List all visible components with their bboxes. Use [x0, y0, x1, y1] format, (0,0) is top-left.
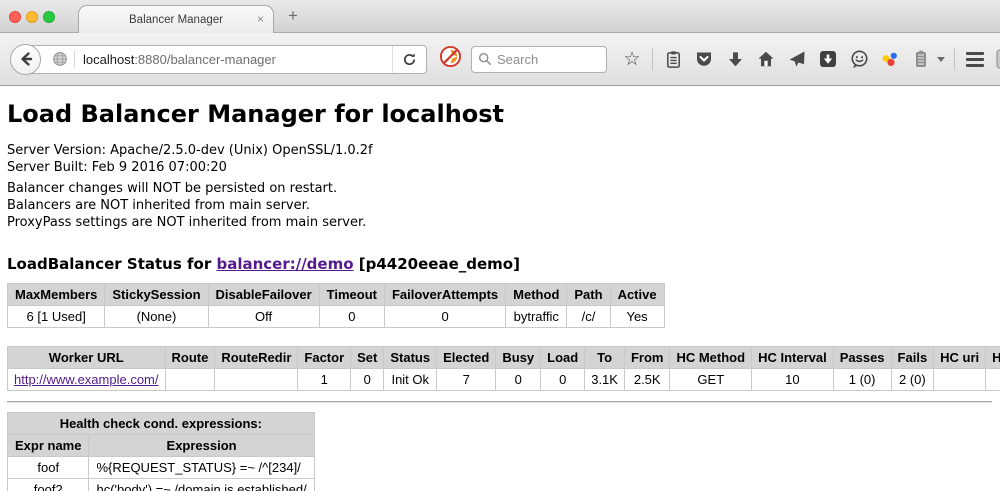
- balancer-settings-table: MaxMembers StickySession DisableFailover…: [7, 283, 665, 328]
- reading-list-button[interactable]: [662, 48, 684, 70]
- battery-addon-button[interactable]: [910, 48, 932, 70]
- loadbalancer-status-heading: LoadBalancer Status for balancer://demo …: [7, 255, 992, 273]
- battery-icon: [912, 49, 930, 69]
- flashblock-icon: [439, 45, 462, 68]
- url-domain: localhost: [83, 52, 134, 67]
- worker-table: Worker URL Route RouteRedir Factor Set S…: [7, 346, 1000, 391]
- smiley-balloon-icon: [849, 49, 870, 70]
- toolbar-separator: [652, 48, 653, 70]
- bookmark-star-button[interactable]: ☆: [621, 48, 643, 70]
- url-text[interactable]: localhost:8880/balancer-manager: [83, 52, 392, 67]
- tab-title: Balancer Manager: [129, 14, 223, 26]
- page-title: Load Balancer Manager for localhost: [7, 100, 992, 128]
- pocket-button[interactable]: [693, 48, 715, 70]
- page-content: Load Balancer Manager for localhost Serv…: [0, 86, 1000, 491]
- download-arrow-icon: [726, 50, 745, 69]
- notice-proxypass: ProxyPass settings are NOT inherited fro…: [7, 215, 992, 232]
- notice-inherit: Balancers are NOT inherited from main se…: [7, 198, 992, 215]
- toolbar-separator: [954, 48, 955, 70]
- url-path: :8880/balancer-manager: [134, 52, 276, 67]
- balancer-demo-link[interactable]: balancer://demo: [216, 255, 353, 273]
- browser-tab[interactable]: Balancer Manager ×: [78, 5, 274, 33]
- tab-close-icon[interactable]: ×: [257, 12, 264, 26]
- server-version: Server Version: Apache/2.5.0-dev (Unix) …: [7, 143, 992, 160]
- dropdown-caret-icon[interactable]: [937, 57, 945, 62]
- send-tab-button[interactable]: [786, 48, 808, 70]
- menu-button[interactable]: [964, 48, 986, 70]
- video-download-helper-button[interactable]: [817, 48, 839, 70]
- worker-row: http://www.example.com/ 1 0 Init Ok 7 0 …: [8, 369, 1000, 391]
- back-arrow-icon: [18, 51, 34, 67]
- site-identity-globe-icon[interactable]: [52, 51, 68, 67]
- paper-plane-icon: [787, 49, 807, 69]
- search-input[interactable]: [497, 52, 587, 67]
- tab-groups-button[interactable]: [995, 48, 1000, 70]
- health-check-table: Health check cond. expressions: Expr nam…: [7, 412, 315, 491]
- search-icon: [478, 52, 492, 66]
- home-icon: [756, 49, 776, 69]
- reload-icon: [402, 52, 417, 67]
- table-header-row: Expr name Expression: [8, 435, 315, 457]
- back-button[interactable]: [10, 44, 41, 75]
- table-row: foof %{REQUEST_STATUS} =~ /^[234]/: [8, 457, 315, 479]
- downloads-button[interactable]: [724, 48, 746, 70]
- server-info: Server Version: Apache/2.5.0-dev (Unix) …: [7, 143, 992, 231]
- hamburger-icon: [966, 52, 984, 55]
- reload-button[interactable]: [392, 46, 426, 73]
- zoom-window-button[interactable]: [43, 11, 55, 23]
- pocket-icon: [694, 49, 714, 69]
- dark-download-icon: [818, 49, 838, 69]
- home-button[interactable]: [755, 48, 777, 70]
- navigation-toolbar: localhost:8880/balancer-manager ☆: [0, 33, 1000, 86]
- table-row: foof2 hc('body') =~ /domain is establish…: [8, 479, 315, 491]
- notice-persist: Balancer changes will NOT be persisted o…: [7, 181, 992, 198]
- close-window-button[interactable]: [9, 11, 21, 23]
- url-bar[interactable]: localhost:8880/balancer-manager: [25, 45, 427, 74]
- worker-url-link[interactable]: http://www.example.com/: [14, 372, 159, 387]
- forum-smiley-button[interactable]: [848, 48, 870, 70]
- table-header-row: Worker URL Route RouteRedir Factor Set S…: [8, 347, 1000, 369]
- star-icon: ☆: [623, 50, 640, 69]
- window-titlebar: Balancer Manager × +: [0, 0, 1000, 33]
- minimize-window-button[interactable]: [26, 11, 38, 23]
- table-title-row: Health check cond. expressions:: [8, 413, 315, 435]
- clipboard-icon: [664, 50, 683, 69]
- colored-dots-icon: [880, 49, 900, 69]
- new-tab-button[interactable]: +: [288, 6, 298, 26]
- flashblock-addon-button[interactable]: [439, 45, 462, 73]
- colored-dots-addon-button[interactable]: [879, 48, 901, 70]
- search-bar[interactable]: [471, 46, 607, 73]
- table-header-row: MaxMembers StickySession DisableFailover…: [8, 284, 665, 306]
- server-built: Server Built: Feb 9 2016 07:00:20: [7, 160, 992, 177]
- health-table-title: Health check cond. expressions:: [8, 413, 315, 435]
- tab-groups-icon: [995, 48, 1000, 70]
- table-row: 6 [1 Used] (None) Off 0 0 bytraffic /c/ …: [8, 306, 665, 328]
- url-divider: [74, 50, 75, 68]
- toolbar-icons: ☆: [621, 48, 1000, 70]
- section-divider: [7, 401, 992, 403]
